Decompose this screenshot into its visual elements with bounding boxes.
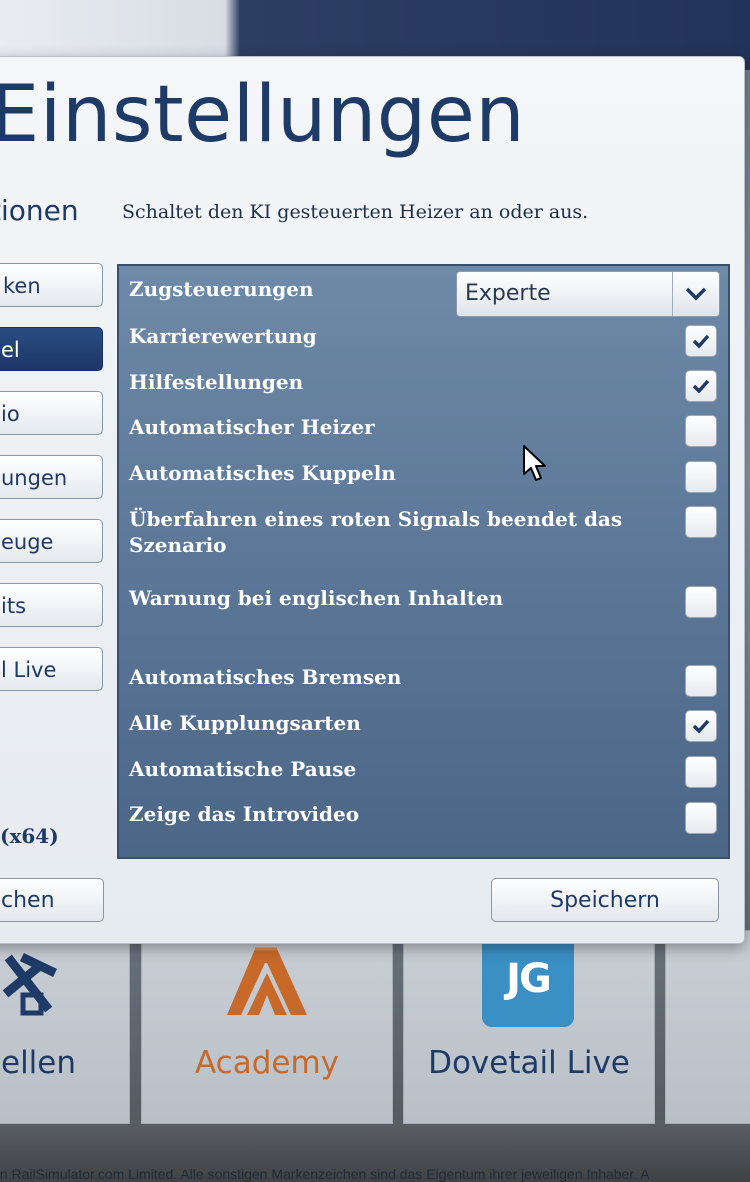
option-label: Automatischer Heizer [129,415,375,439]
sidebar-item-label: ungen [1,466,68,490]
section-label: tionen [0,194,79,227]
option-checkbox-8[interactable] [685,756,717,788]
left-action-button[interactable]: chen [0,878,104,922]
option-checkbox-4[interactable] [685,506,717,538]
option-checkbox-0[interactable] [685,325,717,357]
mouse-pointer-icon [522,444,548,488]
option-checkbox-9[interactable] [685,802,717,834]
option-checkbox-1[interactable] [685,370,717,402]
sidebar-item-label: euge [1,530,54,554]
dovetail-logo-icon: JG [482,931,574,1027]
tile-dovetail-live-label: Dovetail Live [428,1045,630,1081]
tools-icon [1,951,61,1025]
option-label-continued: Szenario [129,533,227,557]
checkmark-icon [692,379,710,394]
copyright-text: on RailSimulator.com Limited. Alle sonst… [0,1166,650,1182]
dropdown-label: Zugsteuerungen [129,277,314,301]
tile-dovetail-live[interactable]: JG Dovetail Live [403,930,655,1124]
option-label: Automatisches Bremsen [129,665,402,689]
sidebar-item-6[interactable]: l Live [0,647,103,691]
option-label: Hilfestellungen [129,370,304,394]
sidebar-item-label: its [1,594,27,618]
checkmark-icon [692,334,710,349]
setting-description: Schaltet den KI gesteuerten Heizer an od… [122,201,589,223]
sidebar-item-1[interactable]: el [0,327,103,371]
tile-academy-label: Academy [195,1045,339,1081]
option-label: Zeige das Introvideo [129,802,360,826]
option-label: Alle Kupplungsarten [129,711,361,735]
sidebar-item-3[interactable]: ungen [0,455,103,499]
option-checkbox-2[interactable] [685,415,717,447]
tile-tools[interactable]: ellen [0,930,130,1124]
option-label: Überfahren eines roten Signals beendet d… [129,507,623,531]
option-label: Automatische Pause [129,757,357,781]
save-button[interactable]: Speichern [491,878,719,922]
academy-logo-icon [225,945,309,1021]
sidebar-item-0[interactable]: ken [0,263,103,307]
sidebar-item-label: l Live [1,658,57,682]
sidebar-item-4[interactable]: euge [0,519,103,563]
option-label: Karrierewertung [129,324,317,348]
option-checkbox-6[interactable] [685,665,717,697]
sidebar-item-5[interactable]: its [0,583,103,627]
dropdown-value: Experte [465,281,551,306]
settings-panel: Zugsteuerungen Experte Karrierewertung H… [117,264,730,859]
tile-academy[interactable]: Academy [141,930,393,1124]
sidebar-item-label: ken [3,274,41,298]
sidebar-item-2[interactable]: io [0,391,103,435]
option-label: Automatisches Kuppeln [129,461,396,485]
option-checkbox-7[interactable] [685,710,717,742]
tile-extra[interactable] [665,930,750,1124]
page-title: Einstellungen [0,70,526,160]
option-checkbox-5[interactable] [685,586,717,618]
controls-dropdown[interactable]: Experte [456,271,720,317]
dovetail-logo-text: JG [506,956,552,1002]
checkmark-icon [692,719,710,734]
tile-tools-label: ellen [1,1045,77,1081]
chevron-down-icon[interactable] [672,272,719,316]
sidebar-item-label: io [1,402,20,426]
sidebar-item-label: el [1,338,20,362]
option-checkbox-3[interactable] [685,461,717,493]
option-label: Warnung bei englischen Inhalten [129,586,504,610]
version-label: (x64) [0,824,59,848]
